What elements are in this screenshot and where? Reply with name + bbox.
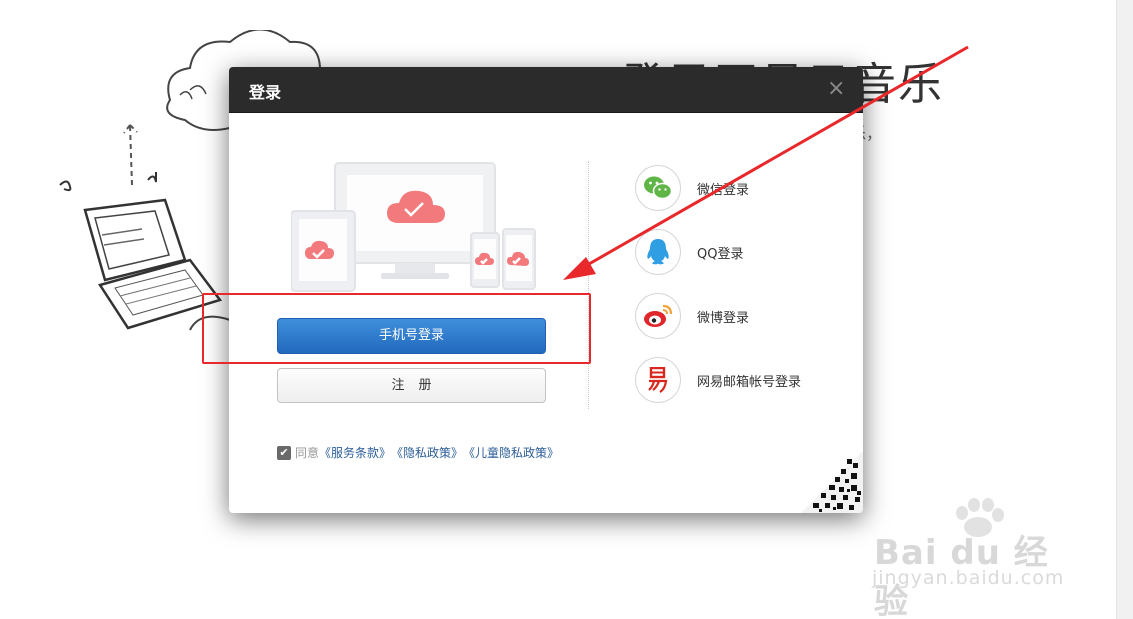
- wechat-icon: [635, 165, 681, 211]
- qq-login-option[interactable]: QQ登录: [635, 228, 801, 276]
- section-divider: [588, 161, 589, 409]
- login-dialog: 登录 × 手机号登录 注册 ✔ 同意 《服务条款》 《隐私政策》 《儿童隐私政策…: [229, 67, 863, 513]
- privacy-link[interactable]: 《隐私政策》: [391, 444, 463, 461]
- devices-cloud-illustration: [291, 162, 536, 292]
- social-login-list: 微信登录 QQ登录 微博登录 网易邮箱帐号登录: [635, 164, 801, 420]
- agree-prefix: 同意: [295, 446, 320, 460]
- page-scrollbar[interactable]: [1116, 0, 1133, 619]
- wechat-login-option[interactable]: 微信登录: [635, 164, 801, 212]
- qq-icon: [635, 229, 681, 275]
- register-button[interactable]: 注册: [277, 368, 546, 403]
- child-privacy-link[interactable]: 《儿童隐私政策》: [463, 444, 559, 461]
- terms-link[interactable]: 《服务条款》: [319, 444, 391, 461]
- weibo-login-option[interactable]: 微博登录: [635, 292, 801, 340]
- watermark-url: jingyan.baidu.com: [872, 567, 1065, 589]
- qr-code-corner[interactable]: [801, 451, 863, 513]
- baidu-jingyan-watermark: Bai du 经验 jingyan.baidu.com: [868, 495, 1078, 619]
- close-icon[interactable]: ×: [827, 78, 845, 100]
- netease-mail-login-label: 网易邮箱帐号登录: [697, 374, 802, 390]
- weibo-icon: [635, 293, 681, 339]
- netease-mail-login-option[interactable]: 网易邮箱帐号登录: [635, 356, 801, 404]
- wechat-login-label: 微信登录: [697, 182, 750, 198]
- agreement-row: ✔ 同意 《服务条款》 《隐私政策》 《儿童隐私政策》: [277, 444, 559, 461]
- dialog-title: 登录: [249, 83, 282, 102]
- annotation-highlight-box: [202, 293, 591, 364]
- netease-mail-icon: [635, 357, 681, 403]
- qq-login-label: QQ登录: [697, 246, 744, 262]
- agree-checkbox[interactable]: ✔: [277, 445, 291, 460]
- weibo-login-label: 微博登录: [697, 310, 750, 326]
- page: 登录网易云音乐 乐， 登录 ×: [0, 0, 1133, 619]
- dialog-header: 登录 ×: [229, 67, 863, 113]
